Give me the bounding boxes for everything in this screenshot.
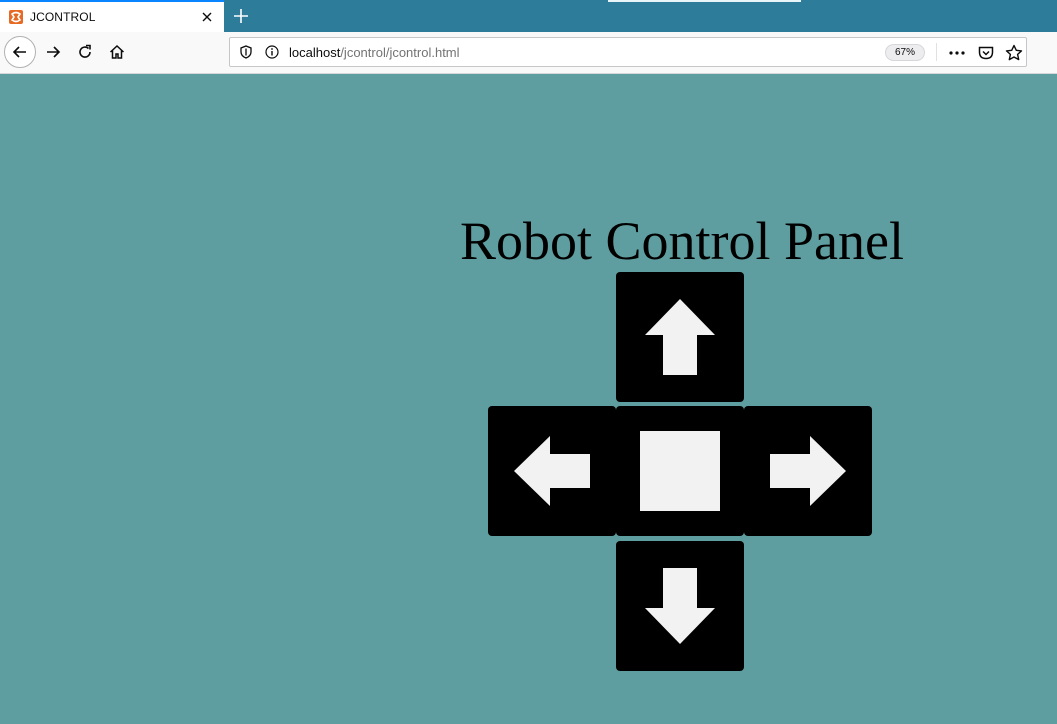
move-left-button[interactable] (488, 406, 616, 536)
reload-icon (79, 44, 91, 58)
page-title: Robot Control Panel (460, 211, 904, 271)
bookmark-star-icon[interactable] (1004, 43, 1024, 63)
arrow-forward-icon (47, 46, 61, 58)
tab-strip-highlight (608, 0, 801, 2)
home-button[interactable] (102, 37, 132, 67)
arrow-right-icon (770, 436, 846, 506)
stop-button[interactable] (616, 406, 744, 536)
arrow-left-icon (514, 436, 590, 506)
url-host: localhost (289, 45, 341, 60)
page-content: Robot Control Panel (0, 74, 1057, 724)
tab-strip: JCONTROL (0, 0, 1057, 32)
url-path: /jcontrol/jcontrol.html (340, 45, 460, 60)
xampp-favicon-icon (9, 10, 23, 24)
arrow-back-icon (12, 46, 26, 58)
browser-tab[interactable]: JCONTROL (0, 0, 224, 32)
forward-button[interactable] (38, 37, 68, 67)
arrow-up-icon (645, 299, 715, 375)
url-bar-divider (936, 43, 937, 61)
tracking-shield-icon[interactable] (238, 44, 254, 60)
site-info-icon[interactable] (264, 44, 280, 60)
close-tab-icon[interactable] (198, 8, 216, 26)
new-tab-icon[interactable] (230, 5, 252, 27)
reload-button[interactable] (70, 37, 100, 67)
arrow-down-icon (645, 568, 715, 644)
move-down-button[interactable] (616, 541, 744, 671)
url-bar[interactable]: localhost/jcontrol/jcontrol.html 67% (229, 37, 1027, 67)
stop-square-icon (640, 431, 720, 511)
zoom-level-badge[interactable]: 67% (885, 44, 925, 61)
home-icon (109, 44, 125, 59)
move-right-button[interactable] (744, 406, 872, 536)
move-up-button[interactable] (616, 272, 744, 402)
page-actions-icon[interactable] (947, 43, 967, 63)
url-text[interactable]: localhost/jcontrol/jcontrol.html (289, 45, 460, 60)
pocket-icon[interactable] (976, 43, 996, 63)
back-button[interactable] (4, 36, 36, 68)
tab-title: JCONTROL (30, 10, 96, 24)
navigation-bar: localhost/jcontrol/jcontrol.html 67% (0, 32, 1057, 74)
